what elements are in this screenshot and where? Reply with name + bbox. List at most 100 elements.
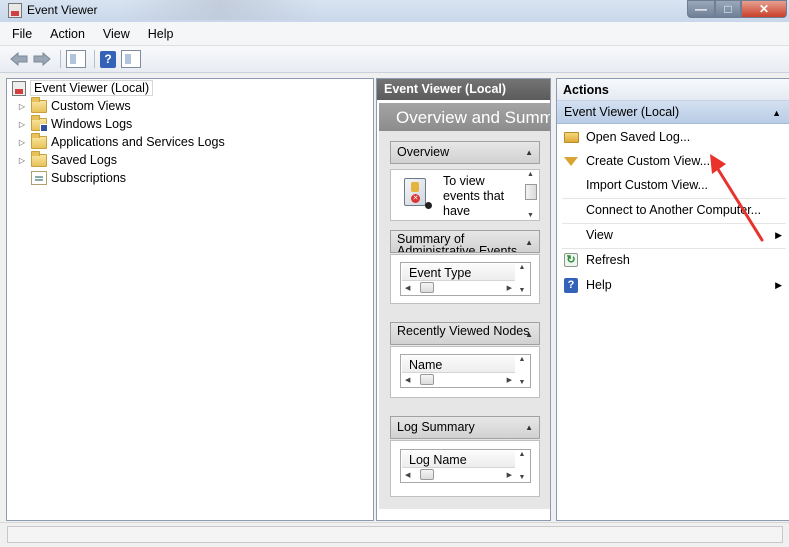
tree-item-label: Saved Logs <box>51 153 118 167</box>
action-refresh[interactable]: ↻ Refresh <box>557 249 789 271</box>
column-header[interactable]: Name <box>402 356 515 373</box>
action-import-custom-view[interactable]: Import Custom View... <box>557 174 789 196</box>
minimize-button[interactable]: — <box>687 0 715 18</box>
show-hide-console-tree-icon[interactable] <box>66 50 86 68</box>
tree-item-subscriptions[interactable]: Subscriptions <box>17 169 126 187</box>
close-button[interactable]: ✕ <box>741 0 787 18</box>
action-connect-another-computer[interactable]: Connect to Another Computer... <box>557 199 789 221</box>
scroll-thumb[interactable] <box>420 469 434 480</box>
scroll-right-icon[interactable]: ▶ <box>507 376 512 384</box>
tree-item-applications-services-logs[interactable]: ▷ Applications and Services Logs <box>17 132 225 151</box>
vertical-scrollbar[interactable]: ▲ ▼ <box>515 451 529 481</box>
horizontal-scrollbar[interactable]: ◀ ▶ <box>402 281 515 294</box>
folder-icon <box>31 114 48 132</box>
scroll-left-icon[interactable]: ◀ <box>405 284 410 292</box>
toolbar-separator <box>60 50 61 68</box>
scroll-down-icon[interactable]: ▼ <box>519 287 526 294</box>
subscriptions-icon <box>31 171 47 185</box>
section-summary-body: Event Type ◀ ▶ ▲ ▼ <box>390 254 540 304</box>
help-icon: ? <box>563 277 579 293</box>
horizontal-scrollbar[interactable]: ◀ ▶ <box>402 468 515 481</box>
section-log-summary-body: Log Name ◀ ▶ ▲ ▼ <box>390 440 540 497</box>
collapse-caret-icon[interactable]: ▲ <box>525 148 533 157</box>
collapse-caret-icon[interactable]: ▲ <box>525 329 533 341</box>
vertical-scrollbar[interactable]: ▲ ▼ <box>515 356 529 386</box>
overview-pane: Event Viewer (Local) Overview and Summar… <box>376 78 551 521</box>
scroll-up-icon[interactable]: ▲ <box>519 264 526 271</box>
event-log-icon: ✕ <box>404 178 432 209</box>
scroll-thumb[interactable] <box>420 282 434 293</box>
window-title: Event Viewer <box>27 3 98 17</box>
menu-file[interactable]: File <box>10 25 34 43</box>
title-bar: Event Viewer — □ ✕ <box>0 0 789 22</box>
expand-arrow-icon[interactable]: ▷ <box>17 138 27 147</box>
section-recent-header[interactable]: Recently Viewed Nodes ▲ <box>390 322 540 345</box>
recent-grid[interactable]: Name ◀ ▶ ▲ ▼ <box>400 354 531 388</box>
scroll-right-icon[interactable]: ▶ <box>507 284 512 292</box>
scroll-up-icon[interactable]: ▲ <box>527 171 534 178</box>
action-open-saved-log[interactable]: Open Saved Log... <box>557 126 789 148</box>
scroll-up-icon[interactable]: ▲ <box>519 451 526 458</box>
scroll-down-icon[interactable]: ▼ <box>519 379 526 386</box>
column-header[interactable]: Event Type <box>402 264 515 281</box>
action-help[interactable]: ? Help ▶ <box>557 274 789 296</box>
tree-item-label: Subscriptions <box>51 171 127 185</box>
expand-arrow-icon[interactable]: ▷ <box>17 102 27 111</box>
section-overview-body: ✕ To view events that have ▲ ▼ <box>390 169 540 221</box>
tree-root[interactable]: Event Viewer (Local) <box>7 79 154 97</box>
vertical-scrollbar[interactable]: ▲ ▼ <box>515 264 529 294</box>
menu-action[interactable]: Action <box>48 25 87 43</box>
actions-section-title: Event Viewer (Local) <box>564 105 680 119</box>
collapse-caret-icon[interactable]: ▲ <box>772 108 781 118</box>
tree-item-label: Windows Logs <box>51 117 133 131</box>
folder-icon <box>31 150 47 167</box>
section-summary-header[interactable]: Summary of Administrative Events ▲ <box>390 230 540 253</box>
action-create-custom-view[interactable]: Create Custom View... <box>557 150 789 172</box>
forward-arrow-icon[interactable] <box>32 49 52 69</box>
action-label: Help <box>586 278 612 292</box>
action-label: Import Custom View... <box>586 178 709 192</box>
scroll-thumb[interactable] <box>525 184 537 200</box>
scroll-up-icon[interactable]: ▲ <box>519 356 526 363</box>
show-hide-action-pane-icon[interactable] <box>121 50 141 68</box>
action-label: Connect to Another Computer... <box>586 203 762 217</box>
maximize-button[interactable]: □ <box>715 0 741 18</box>
tree-item-custom-views[interactable]: ▷ Custom Views <box>17 96 131 115</box>
collapse-caret-icon[interactable]: ▲ <box>525 237 533 249</box>
tree-item-label: Custom Views <box>51 99 131 113</box>
toolbar: ? <box>0 46 789 73</box>
section-log-summary-header[interactable]: Log Summary ▲ <box>390 416 540 439</box>
actions-section-header[interactable]: Event Viewer (Local) ▲ <box>557 101 789 124</box>
collapse-caret-icon[interactable]: ▲ <box>525 423 533 432</box>
column-header[interactable]: Log Name <box>402 451 515 468</box>
menu-bar: File Action View Help <box>0 22 789 46</box>
expand-arrow-icon[interactable]: ▷ <box>17 156 27 165</box>
expand-arrow-icon[interactable]: ▷ <box>17 120 27 129</box>
scroll-down-icon[interactable]: ▼ <box>519 474 526 481</box>
summary-grid[interactable]: Event Type ◀ ▶ ▲ ▼ <box>400 262 531 296</box>
error-badge-icon: ✕ <box>411 194 420 203</box>
back-arrow-icon[interactable] <box>9 49 29 69</box>
action-label: Refresh <box>586 253 630 267</box>
scroll-left-icon[interactable]: ◀ <box>405 471 410 479</box>
menu-view[interactable]: View <box>101 25 132 43</box>
horizontal-scrollbar[interactable]: ◀ ▶ <box>402 373 515 386</box>
log-summary-grid[interactable]: Log Name ◀ ▶ ▲ ▼ <box>400 449 531 483</box>
action-label: Open Saved Log... <box>586 130 691 144</box>
help-icon[interactable]: ? <box>100 50 116 68</box>
section-title: Log Summary <box>397 420 475 434</box>
tree-item-saved-logs[interactable]: ▷ Saved Logs <box>17 150 118 169</box>
folder-icon <box>31 132 47 149</box>
section-title: Summary of Administrative Events <box>397 232 518 253</box>
tree-root-label: Event Viewer (Local) <box>30 80 154 96</box>
windows-logo-icon <box>40 123 48 132</box>
scroll-thumb[interactable] <box>420 374 434 385</box>
tree-item-windows-logs[interactable]: ▷ Windows Logs <box>17 114 133 133</box>
scroll-right-icon[interactable]: ▶ <box>507 471 512 479</box>
section-overview-header[interactable]: Overview ▲ <box>390 141 540 164</box>
scroll-down-icon[interactable]: ▼ <box>527 212 534 219</box>
menu-help[interactable]: Help <box>146 25 176 43</box>
action-view[interactable]: View ▶ <box>557 224 789 246</box>
filter-icon <box>563 153 579 169</box>
scroll-left-icon[interactable]: ◀ <box>405 376 410 384</box>
